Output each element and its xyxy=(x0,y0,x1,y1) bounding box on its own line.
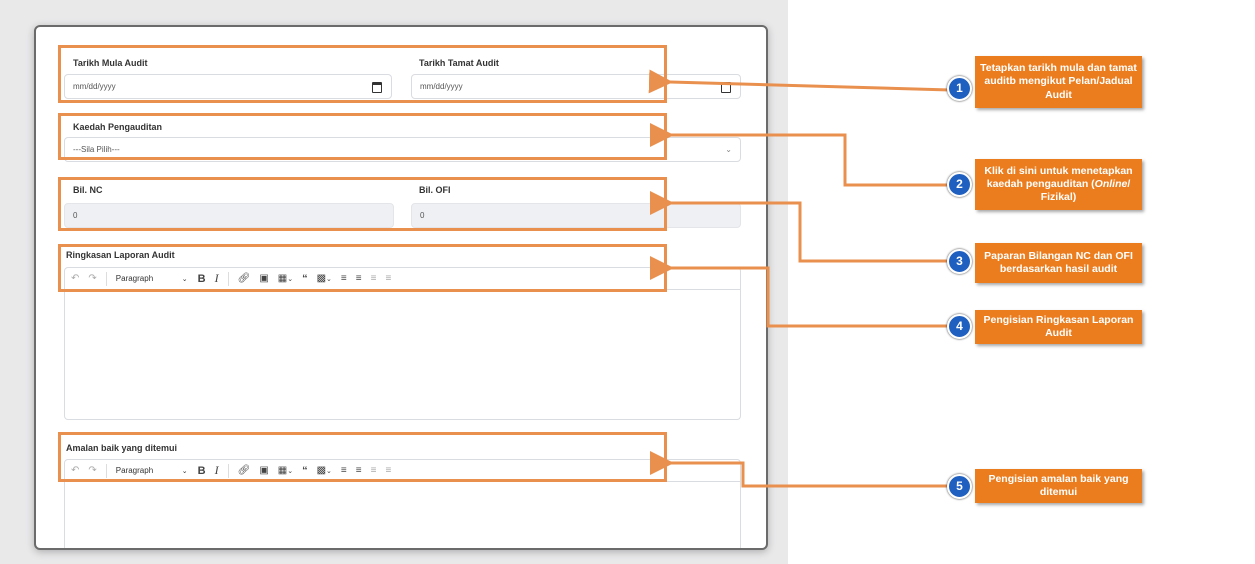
callout-5: Pengisian amalan baik yang ditemui xyxy=(975,469,1142,503)
connector-arrow-1 xyxy=(648,69,951,94)
callout-2-text: Klik di sini untuk menetapkan kaedah pen… xyxy=(975,165,1142,204)
step-badge-3: 3 xyxy=(947,249,972,274)
callout-2: Klik di sini untuk menetapkan kaedah pen… xyxy=(975,159,1142,210)
callout-4: Pengisian Ringkasan Laporan Audit xyxy=(975,310,1142,344)
callout-2-text-italic: Online xyxy=(1094,177,1128,190)
callout-3: Paparan Bilangan NC dan OFI berdasarkan … xyxy=(975,243,1142,283)
callout-5-text: Pengisian amalan baik yang ditemui xyxy=(988,472,1129,498)
callout-1: Tetapkan tarikh mula dan tamat auditb me… xyxy=(975,56,1142,108)
step-badge-5: 5 xyxy=(947,474,972,499)
connector-arrow-5 xyxy=(650,451,950,488)
step-badge-2: 2 xyxy=(947,172,972,197)
callout-3-text: Paparan Bilangan NC dan OFI berdasarkan … xyxy=(984,249,1133,275)
callout-4-text: Pengisian Ringkasan Laporan Audit xyxy=(983,313,1134,339)
connector-arrow-3 xyxy=(650,191,950,263)
connector-arrow-2 xyxy=(650,123,950,187)
step-badge-1: 1 xyxy=(947,76,972,101)
callout-1-text: Tetapkan tarikh mula dan tamat auditb me… xyxy=(980,62,1137,101)
step-badge-4: 4 xyxy=(947,314,972,339)
connector-arrow-4 xyxy=(650,256,950,328)
